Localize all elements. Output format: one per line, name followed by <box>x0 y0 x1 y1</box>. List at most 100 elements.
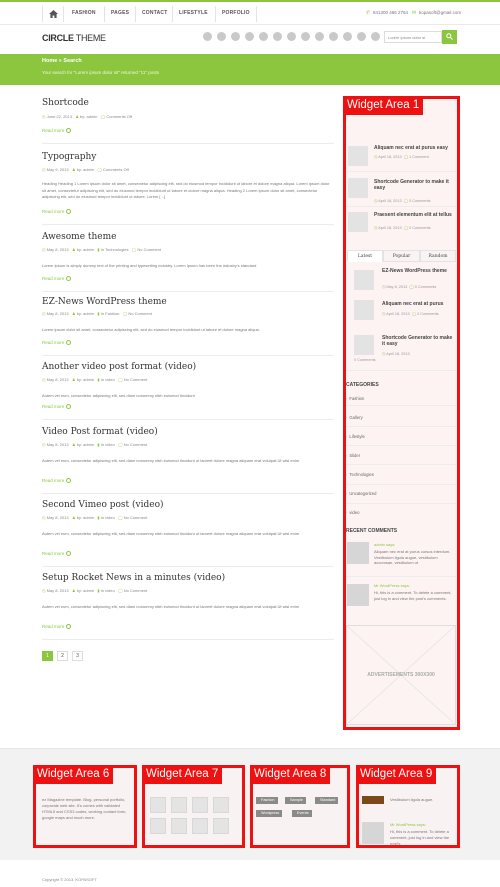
comment-text[interactable]: Hi, this is a comment. To delete a comme… <box>374 590 456 601</box>
read-more-link[interactable]: Read more <box>42 624 72 630</box>
comment-text[interactable]: Aliquam nec erat at purus cursus interdu… <box>374 549 456 566</box>
google-plus-icon[interactable] <box>245 32 254 41</box>
dribbble-icon[interactable] <box>273 32 282 41</box>
category-link[interactable]: › Fashion <box>346 396 364 401</box>
post-author[interactable]: by: admin <box>77 247 94 252</box>
sidebar-post-comments[interactable]: 1 Comment <box>409 155 429 159</box>
pinterest-icon[interactable] <box>259 32 268 41</box>
tag-link[interactable]: Wordpress <box>256 810 283 817</box>
post-thumbnail[interactable] <box>354 270 374 290</box>
post-title[interactable]: EZ-News WordPress theme <box>42 297 167 307</box>
menu-item-fashion[interactable]: FASHION <box>72 10 96 16</box>
gallery-thumbnail[interactable] <box>150 818 166 834</box>
vimeo-icon[interactable] <box>371 32 380 41</box>
post-comments[interactable]: No Comment <box>128 311 152 316</box>
sidebar-post-title[interactable]: Shortcode Generator to make it easy <box>374 179 456 191</box>
rss-icon[interactable] <box>203 32 212 41</box>
home-button[interactable] <box>42 6 64 22</box>
sidebar-post-title[interactable]: Shortcode Generator to make it easy <box>382 335 454 347</box>
sidebar-post-title[interactable]: Praesent elementum elit at tellus <box>374 212 456 218</box>
youtube-icon[interactable] <box>343 32 352 41</box>
post-thumbnail[interactable] <box>348 212 368 232</box>
gallery-thumbnail[interactable] <box>171 797 187 813</box>
read-more-link[interactable]: Read more <box>42 276 72 282</box>
twitter-icon[interactable] <box>231 32 240 41</box>
tumblr-icon[interactable] <box>315 32 324 41</box>
gallery-thumbnail[interactable] <box>213 818 229 834</box>
post-title[interactable]: Setup Rocket News in a minutes (video) <box>42 573 225 583</box>
category-link[interactable]: › Technologies <box>346 472 374 477</box>
sidebar-post-comments[interactable]: 0 Comments <box>417 312 439 316</box>
breadcrumb[interactable]: Home » Search <box>42 58 82 64</box>
post-comments[interactable]: No Comment <box>124 515 148 520</box>
post-category[interactable]: In Technologies <box>101 247 129 252</box>
comment-text[interactable]: Vestibulum ligula augue. <box>390 797 456 803</box>
read-more-link[interactable]: Read more <box>42 404 72 410</box>
post-title[interactable]: Video Post format (video) <box>42 427 158 437</box>
comment-author[interactable]: Mr WordPress says: <box>390 822 456 828</box>
post-thumbnail[interactable] <box>354 335 374 355</box>
page-3-button[interactable]: 3 <box>72 651 83 661</box>
read-more-link[interactable]: Read more <box>42 209 72 215</box>
sidebar-post-comments[interactable]: 0 Comments <box>415 285 437 289</box>
post-comments[interactable]: Comments Off <box>103 167 129 172</box>
post-category[interactable]: In video <box>101 442 115 447</box>
category-link[interactable]: › Uncategorized <box>346 491 376 496</box>
gallery-thumbnail[interactable] <box>192 797 208 813</box>
skype-icon[interactable] <box>329 32 338 41</box>
instagram-icon[interactable] <box>357 32 366 41</box>
post-title[interactable]: Typography <box>42 152 96 162</box>
sidebar-post-title[interactable]: Aliquam nec erat at purus easy <box>374 145 456 151</box>
menu-item-lifestyle[interactable]: LIFESTYLE <box>179 10 208 16</box>
post-title[interactable]: Second Vimeo post (video) <box>42 500 164 510</box>
sidebar-post-title[interactable]: Aliquam nec erat at purus <box>382 301 454 307</box>
post-author[interactable]: by: admin <box>77 515 94 520</box>
sidebar-post-title[interactable]: EZ-News WordPress theme <box>382 268 454 274</box>
gallery-thumbnail[interactable] <box>192 818 208 834</box>
post-title[interactable]: Awesome theme <box>42 232 116 242</box>
tab-latest[interactable]: Latest <box>347 250 383 262</box>
menu-item-pages[interactable]: PAGES <box>111 10 129 16</box>
post-thumbnail[interactable] <box>348 178 368 198</box>
post-comments[interactable]: No Comment <box>124 588 148 593</box>
category-link[interactable]: › Lifestyle <box>346 434 365 439</box>
gallery-thumbnail[interactable] <box>150 797 166 813</box>
gallery-thumbnail[interactable] <box>171 818 187 834</box>
post-author[interactable]: by: admin <box>80 114 97 119</box>
flickr-icon[interactable] <box>287 32 296 41</box>
post-author[interactable]: by: admin <box>77 167 94 172</box>
read-more-link[interactable]: Read more <box>42 551 72 557</box>
tag-link[interactable]: Sample <box>285 797 306 804</box>
search-button[interactable] <box>442 30 457 44</box>
page-2-button[interactable]: 2 <box>57 651 68 661</box>
post-author[interactable]: by: admin <box>77 311 94 316</box>
post-category[interactable]: In video <box>101 515 115 520</box>
post-thumbnail[interactable] <box>348 146 368 166</box>
post-title[interactable]: Another video post format (video) <box>42 362 196 372</box>
read-more-link[interactable]: Read more <box>42 478 72 484</box>
menu-item-portfolio[interactable]: PORFOLIO <box>222 10 250 16</box>
comment-author[interactable]: admin says: <box>374 542 395 547</box>
tab-popular[interactable]: Popular <box>383 250 420 262</box>
menu-item-contact[interactable]: CONTACT <box>142 10 167 16</box>
page-1-button[interactable]: 1 <box>42 651 53 661</box>
sidebar-post-comments[interactable]: 0 Comments <box>354 358 376 362</box>
search-input[interactable]: Lorem ipsum dolor si <box>384 31 442 43</box>
post-category[interactable]: In video <box>101 377 115 382</box>
read-more-link[interactable]: Read more <box>42 128 72 134</box>
post-author[interactable]: by: admin <box>77 588 94 593</box>
tag-link[interactable]: Standard <box>315 797 339 804</box>
post-thumbnail[interactable] <box>354 300 374 320</box>
category-link[interactable]: › Slider <box>346 453 360 458</box>
sidebar-post-comments[interactable]: 0 Comments <box>409 226 431 230</box>
sidebar-post-comments[interactable]: 0 Comments <box>409 199 431 203</box>
post-comments[interactable]: No Comment <box>137 247 161 252</box>
post-author[interactable]: by: admin <box>77 442 94 447</box>
post-comments[interactable]: Comments Off <box>106 114 132 119</box>
post-title[interactable]: Shortcode <box>42 98 89 108</box>
tag-link[interactable]: Fashion <box>256 797 278 804</box>
post-author[interactable]: by: admin <box>77 377 94 382</box>
post-category[interactable]: In Fashion <box>101 311 120 316</box>
site-logo[interactable]: CIRCLE THEME <box>42 33 106 43</box>
read-more-link[interactable]: Read more <box>42 340 72 346</box>
